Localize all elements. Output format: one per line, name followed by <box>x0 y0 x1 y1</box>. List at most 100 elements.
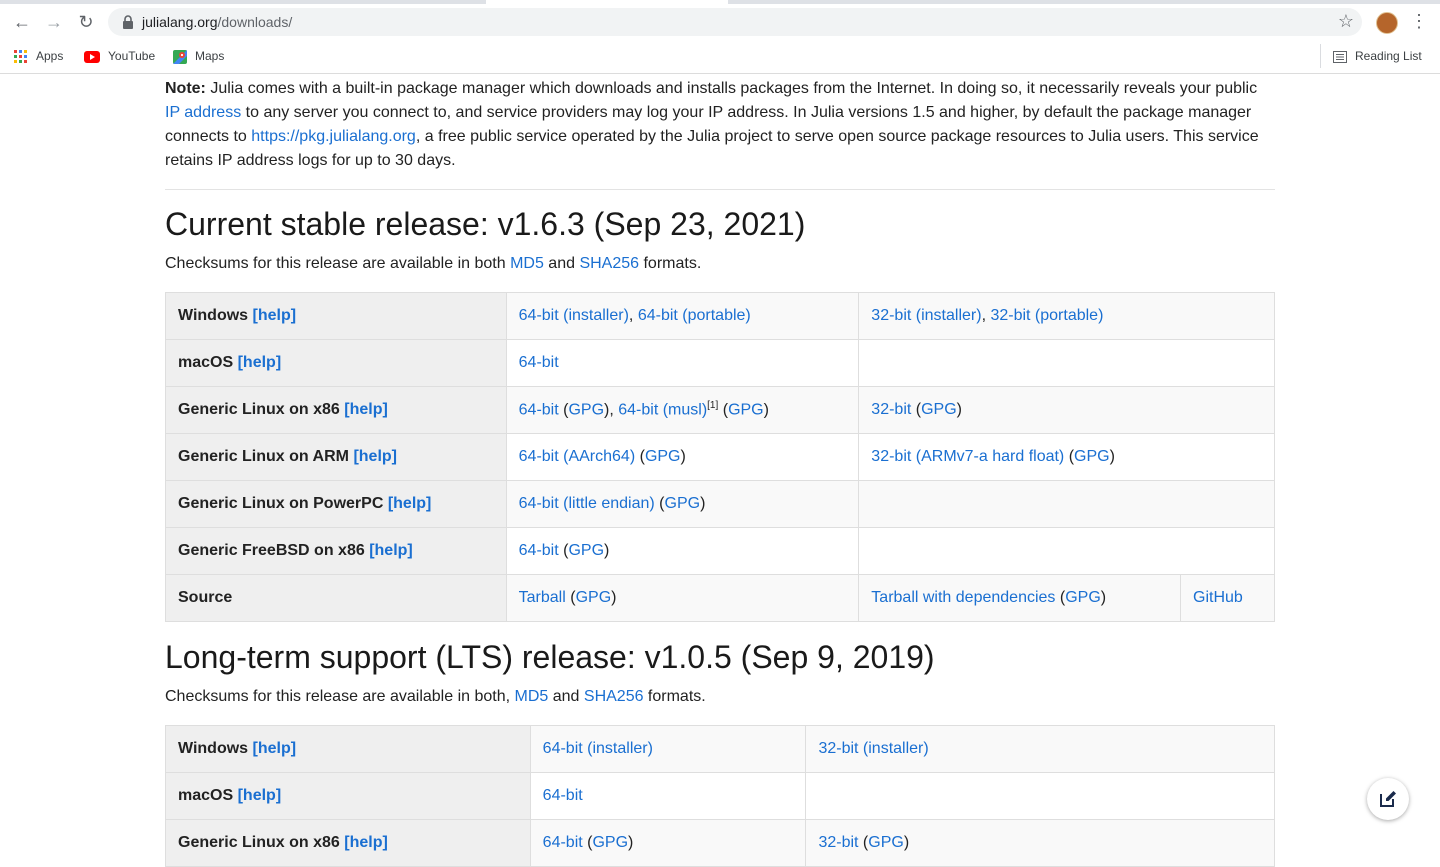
back-icon[interactable]: ← <box>10 10 34 34</box>
bookmarks-bar: Apps YouTube Maps Reading List <box>0 42 1440 70</box>
os-label: Generic Linux on x86 <box>178 834 340 851</box>
download-cell: GitHub <box>1180 574 1275 622</box>
os-cell: Windows [help] <box>165 292 507 340</box>
download-cell: 32-bit (GPG) <box>805 819 1275 867</box>
download-link[interactable]: Tarball <box>519 589 566 606</box>
download-link[interactable]: 32-bit (ARMv7-a hard float) <box>871 448 1064 465</box>
table-row: Generic Linux on x86 [help] 64-bit (GPG)… <box>165 819 1275 867</box>
help-link[interactable]: [help] <box>344 401 388 418</box>
download-link[interactable]: 64-bit <box>543 834 583 851</box>
download-link[interactable]: 32-bit <box>871 401 911 418</box>
bookmark-apps[interactable]: Apps <box>14 47 63 65</box>
lock-icon <box>123 15 133 29</box>
bookmark-youtube[interactable]: YouTube <box>84 47 155 65</box>
gpg-link[interactable]: GPG <box>645 448 681 465</box>
bookmark-label: YouTube <box>108 49 156 63</box>
empty-cell <box>858 527 1275 575</box>
browser-chrome: ← → ↻ julialang.org/downloads/ ☆ ⋮ Apps … <box>0 0 1440 74</box>
bookmark-maps[interactable]: Maps <box>173 47 224 65</box>
reading-list-label: Reading List <box>1355 49 1422 63</box>
help-link[interactable]: [help] <box>388 495 432 512</box>
help-link[interactable]: [help] <box>253 740 297 757</box>
table-row: Windows [help] 64-bit (installer) 32-bit… <box>165 725 1275 773</box>
reading-list-button[interactable]: Reading List <box>1320 44 1422 68</box>
gpg-link[interactable]: GPG <box>665 495 701 512</box>
download-cell: 64-bit (AArch64) (GPG) <box>505 433 860 481</box>
os-label: Generic Linux on ARM <box>178 448 349 465</box>
empty-cell <box>805 772 1275 820</box>
table-row: Generic Linux on x86 [help] 64-bit (GPG)… <box>165 386 1275 434</box>
download-link[interactable]: 64-bit (musl) <box>618 402 707 419</box>
gpg-link[interactable]: GPG <box>568 402 604 419</box>
pkg-server-link[interactable]: https://pkg.julialang.org <box>251 128 416 145</box>
download-link[interactable]: 64-bit (installer) <box>519 307 629 324</box>
os-label: Windows <box>178 740 249 757</box>
address-bar[interactable]: julialang.org/downloads/ ☆ <box>108 8 1362 36</box>
help-link[interactable]: [help] <box>344 834 388 851</box>
download-cell: 64-bit (installer) <box>529 725 807 773</box>
forward-icon[interactable]: → <box>42 10 66 34</box>
url-text: julialang.org/downloads/ <box>142 14 293 30</box>
download-cell: 64-bit (GPG), 64-bit (musl)[1] (GPG) <box>505 386 860 434</box>
gpg-link[interactable]: GPG <box>1065 589 1101 606</box>
sha256-link[interactable]: SHA256 <box>584 688 644 705</box>
gpg-link[interactable]: GPG <box>728 402 764 419</box>
help-link[interactable]: [help] <box>369 542 413 559</box>
gpg-link[interactable]: GPG <box>921 401 957 418</box>
download-link[interactable]: 64-bit (installer) <box>543 740 653 757</box>
bookmark-star-icon[interactable]: ☆ <box>1338 11 1354 32</box>
sha256-link[interactable]: SHA256 <box>579 255 639 272</box>
download-link[interactable]: 32-bit (installer) <box>871 307 981 324</box>
table-row: macOS [help] 64-bit <box>165 339 1275 387</box>
github-link[interactable]: GitHub <box>1193 589 1243 606</box>
download-link[interactable]: 64-bit <box>519 402 559 419</box>
os-label: Generic Linux on x86 <box>178 401 340 418</box>
md5-link[interactable]: MD5 <box>510 255 544 272</box>
menu-dots-icon[interactable]: ⋮ <box>1410 10 1428 34</box>
download-link[interactable]: 64-bit (little endian) <box>519 495 655 512</box>
download-cell: 64-bit (GPG) <box>505 527 860 575</box>
help-link[interactable]: [help] <box>238 354 282 371</box>
os-cell: macOS [help] <box>165 772 531 820</box>
lts-checksums-text: Checksums for this release are available… <box>165 686 1275 708</box>
download-link[interactable]: 32-bit (portable) <box>990 307 1103 324</box>
gpg-link[interactable]: GPG <box>568 542 604 559</box>
download-link[interactable]: 64-bit <box>519 354 559 371</box>
table-row: Source Tarball (GPG) Tarball with depend… <box>165 574 1275 622</box>
os-label: Generic Linux on PowerPC <box>178 495 384 512</box>
main-content: Note: Julia comes with a built-in packag… <box>165 77 1275 867</box>
footnote-ref[interactable]: [1] <box>707 400 718 411</box>
os-label: Generic FreeBSD on x86 <box>178 542 365 559</box>
download-link[interactable]: 64-bit <box>519 542 559 559</box>
download-link[interactable]: 64-bit (AArch64) <box>519 448 636 465</box>
download-link[interactable]: Tarball with dependencies <box>871 589 1055 606</box>
md5-link[interactable]: MD5 <box>515 688 549 705</box>
download-link[interactable]: 32-bit (installer) <box>818 740 928 757</box>
stable-release-heading: Current stable release: v1.6.3 (Sep 23, … <box>165 206 806 242</box>
lts-release-heading: Long-term support (LTS) release: v1.0.5 … <box>165 639 935 675</box>
checksums-text: and <box>543 255 580 272</box>
gpg-link[interactable]: GPG <box>868 834 904 851</box>
gpg-link[interactable]: GPG <box>1074 448 1110 465</box>
download-link[interactable]: 64-bit (portable) <box>638 307 751 324</box>
download-cell: Tarball (GPG) <box>505 574 860 622</box>
download-cell: 32-bit (GPG) <box>858 386 1275 434</box>
profile-avatar[interactable] <box>1376 12 1398 34</box>
help-link[interactable]: [help] <box>238 787 282 804</box>
note-label: Note: <box>165 80 206 97</box>
os-label: Windows <box>178 307 249 324</box>
download-cell: Tarball with dependencies (GPG) <box>858 574 1182 622</box>
help-link[interactable]: [help] <box>353 448 397 465</box>
gpg-link[interactable]: GPG <box>592 834 628 851</box>
edit-floating-button[interactable] <box>1367 778 1409 820</box>
gpg-link[interactable]: GPG <box>576 589 612 606</box>
reload-icon[interactable]: ↻ <box>74 10 98 34</box>
download-link[interactable]: 64-bit <box>543 787 583 804</box>
ip-address-link[interactable]: IP address <box>165 104 241 121</box>
download-link[interactable]: 32-bit <box>818 834 858 851</box>
help-link[interactable]: [help] <box>253 307 297 324</box>
table-row: macOS [help] 64-bit <box>165 772 1275 820</box>
os-label: macOS <box>178 787 234 804</box>
table-row: Generic FreeBSD on x86 [help] 64-bit (GP… <box>165 527 1275 575</box>
edit-icon <box>1380 791 1396 807</box>
